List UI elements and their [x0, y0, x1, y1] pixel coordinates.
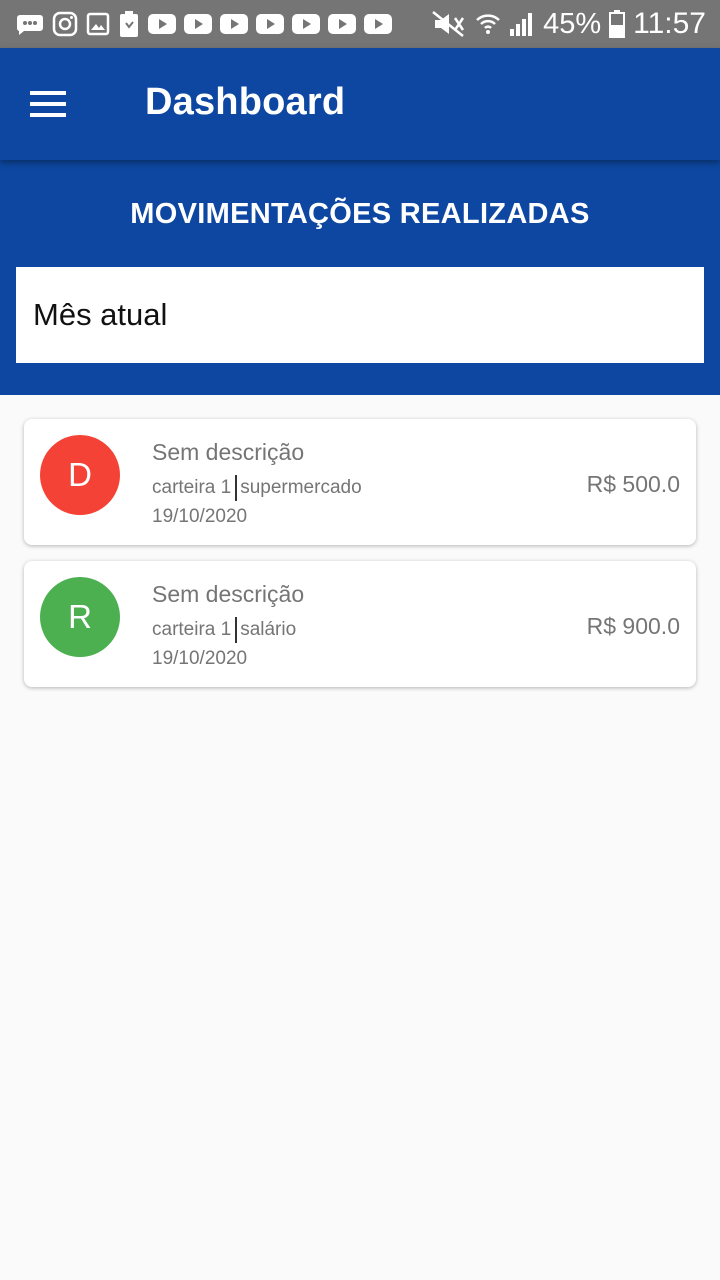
transaction-date: 19/10/2020 [152, 648, 248, 669]
battery-percentage: 45% [543, 7, 602, 40]
transaction-wallet: carteira 1 [152, 477, 232, 498]
transaction-type-avatar: R [40, 577, 120, 657]
page-title: Dashboard [145, 81, 346, 123]
period-value: Mês atual [33, 297, 168, 332]
transaction-date: 19/10/2020 [152, 506, 248, 527]
menu-button[interactable] [18, 74, 78, 134]
system-icons: 45% 11:57 [431, 0, 706, 48]
app-bar: Dashboard [0, 48, 720, 160]
transaction-type-avatar: D [40, 435, 120, 515]
transaction-meta: carteira 1 salário [152, 617, 296, 643]
hamburger-menu-icon [30, 91, 66, 117]
transaction-card[interactable]: D Sem descrição carteira 1 supermercado … [24, 419, 696, 545]
section-title: MOVIMENTAÇÕES REALIZADAS [130, 198, 590, 230]
youtube-icon [184, 14, 212, 34]
period-selector[interactable]: Mês atual [16, 267, 704, 363]
youtube-icon [328, 14, 356, 34]
transaction-amount: R$ 900.0 [586, 613, 680, 639]
youtube-icon [256, 14, 284, 34]
transaction-category: salário [240, 619, 297, 640]
transaction-category: supermercado [240, 477, 362, 498]
youtube-icon [148, 14, 176, 34]
youtube-icon [292, 14, 320, 34]
transaction-description: Sem descrição [152, 439, 305, 465]
transaction-amount: R$ 500.0 [586, 471, 680, 497]
status-bar: 45% 11:57 [0, 0, 720, 48]
battery-saver-icon [118, 10, 140, 38]
mute-icon [431, 10, 467, 38]
chat-icon [16, 12, 44, 36]
battery-icon [609, 10, 626, 38]
clock: 11:57 [633, 7, 706, 40]
transaction-description: Sem descrição [152, 581, 305, 607]
instagram-icon [52, 11, 78, 37]
gallery-icon [86, 12, 110, 36]
separator [235, 617, 238, 643]
wifi-icon [475, 11, 501, 37]
signal-icon [509, 11, 535, 37]
youtube-icon [220, 14, 248, 34]
transaction-card[interactable]: R Sem descrição carteira 1 salário 19/10… [24, 561, 696, 687]
transaction-wallet: carteira 1 [152, 619, 232, 640]
notification-icons [0, 10, 392, 38]
separator [235, 475, 238, 501]
header-section: MOVIMENTAÇÕES REALIZADAS Mês atual [0, 160, 720, 395]
transaction-meta: carteira 1 supermercado [152, 475, 362, 501]
youtube-icon [364, 14, 392, 34]
